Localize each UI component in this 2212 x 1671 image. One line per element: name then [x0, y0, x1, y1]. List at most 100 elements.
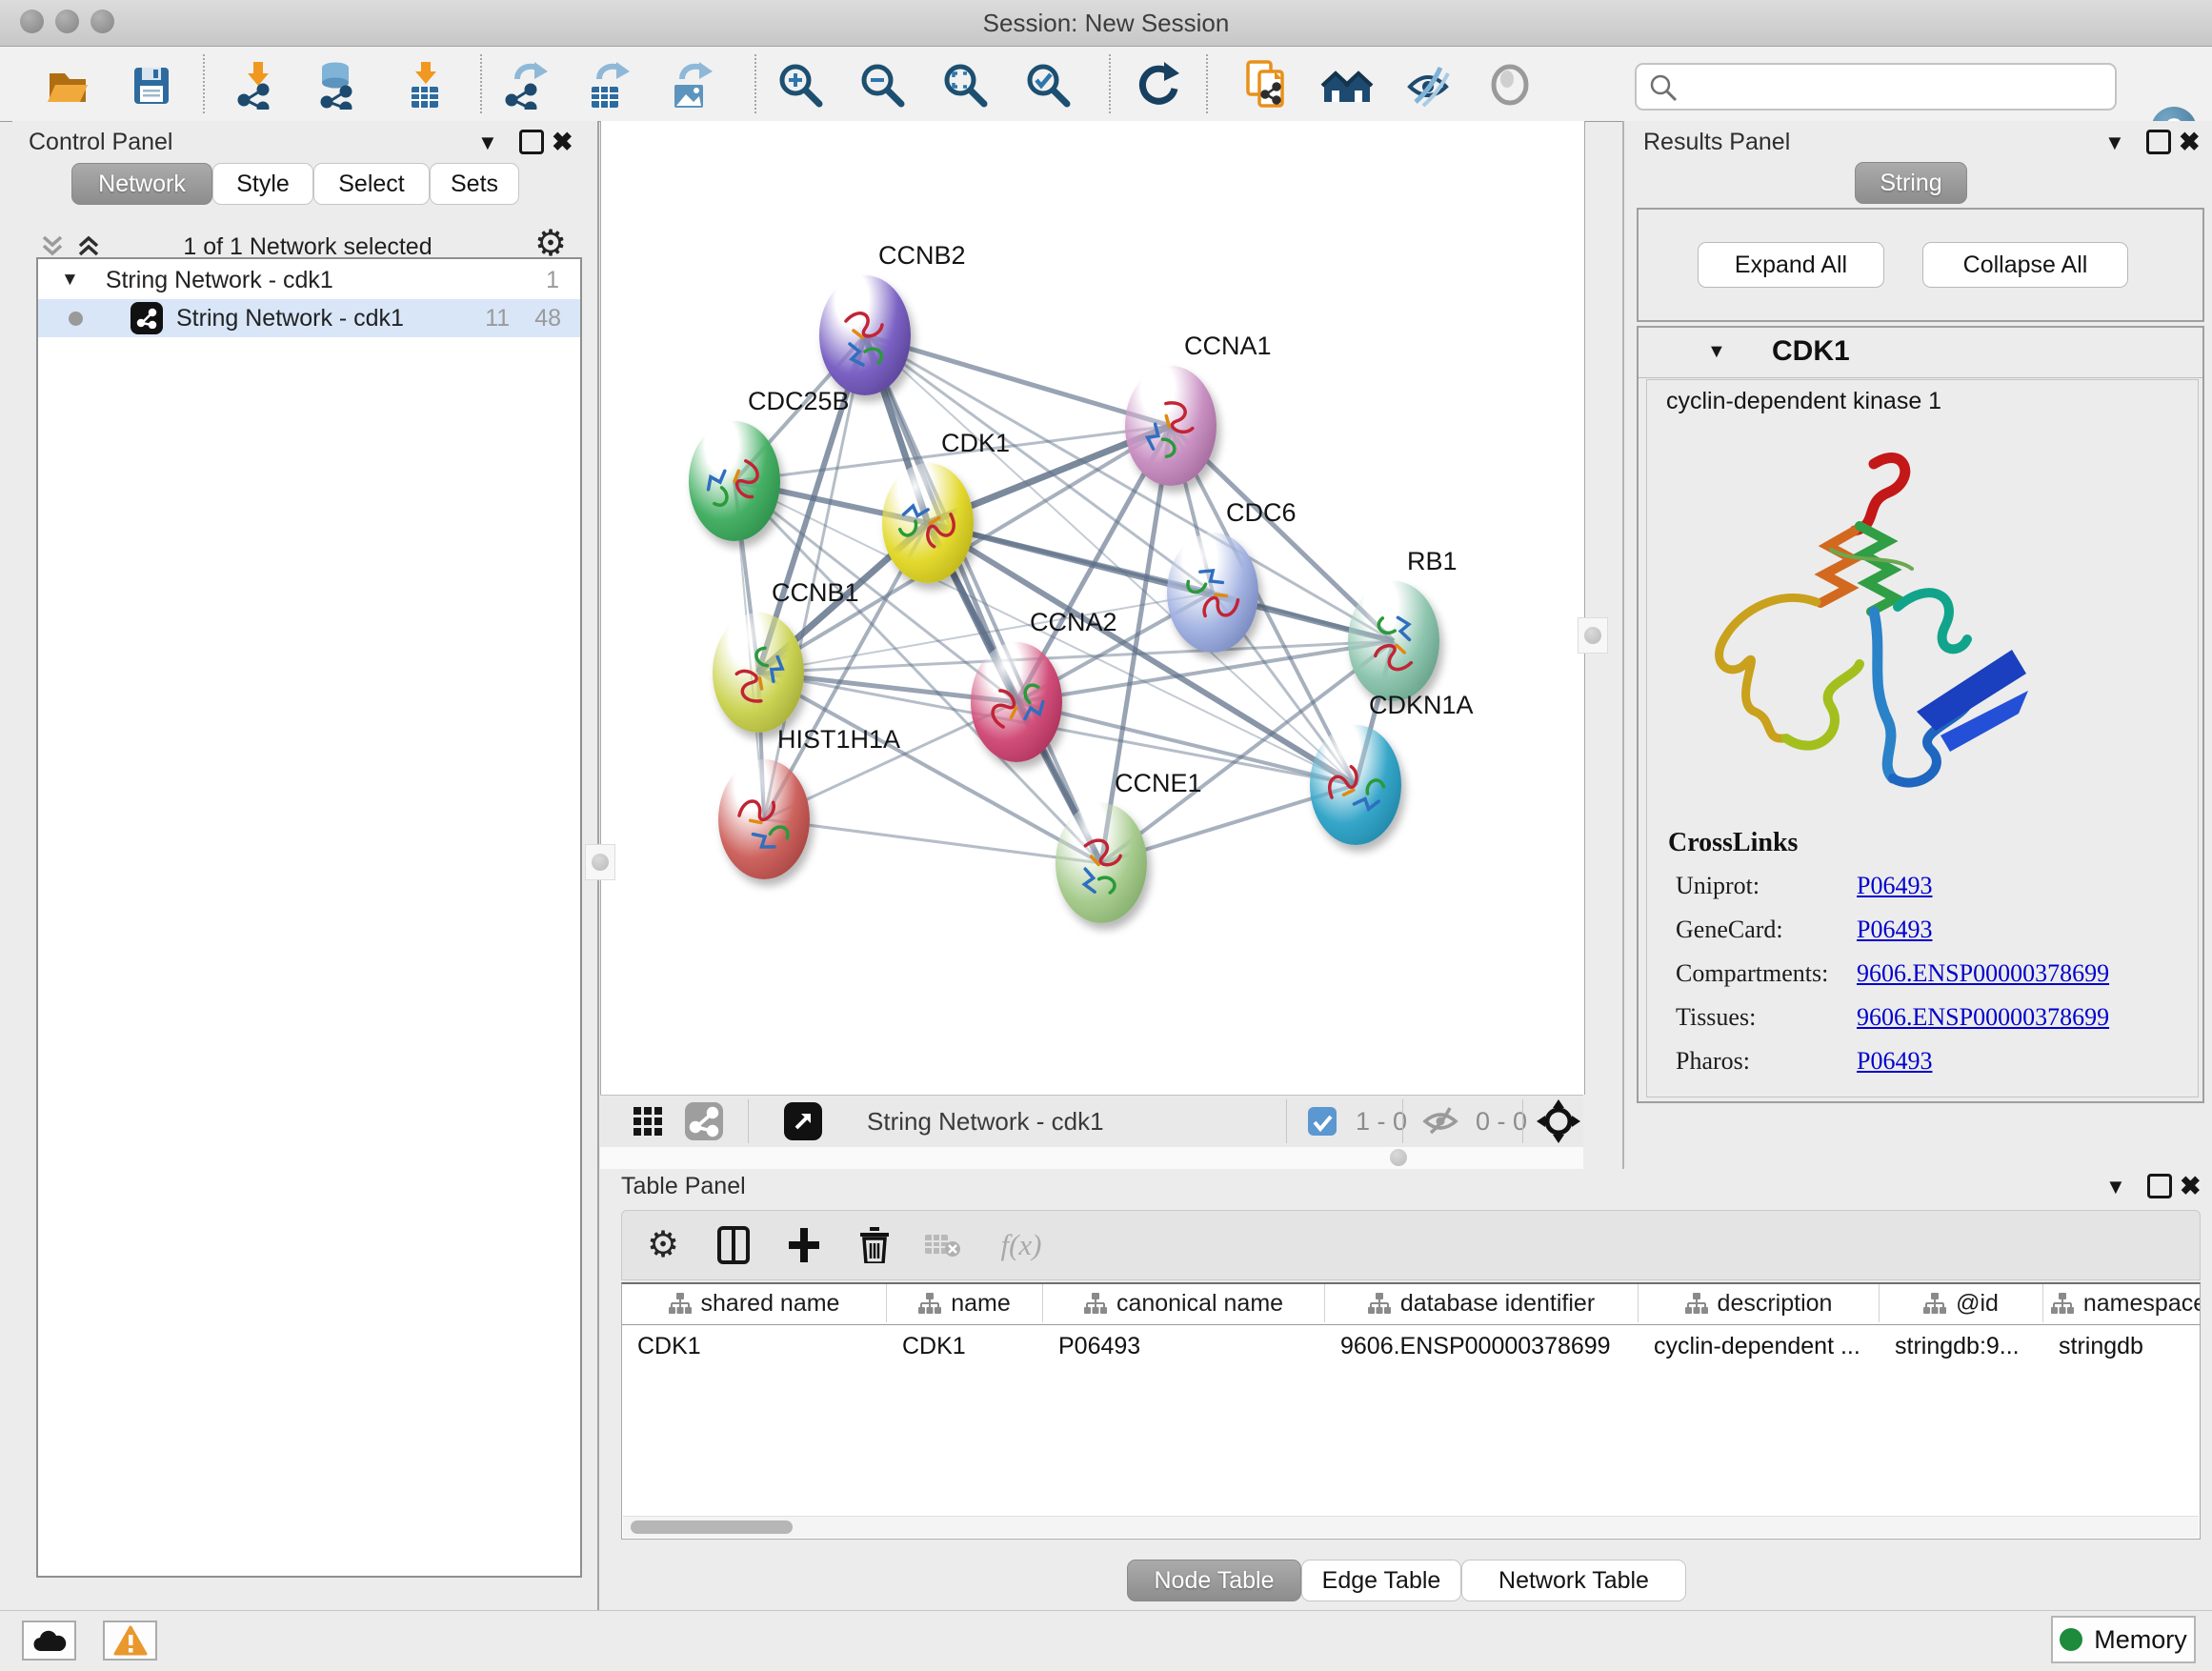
main-toolbar: ?	[0, 47, 2212, 122]
table-cell[interactable]: P06493	[1043, 1325, 1325, 1367]
column-header--id[interactable]: @id	[1880, 1284, 2043, 1322]
import-network-from-file-icon[interactable]	[229, 56, 286, 113]
tab-network[interactable]: Network	[71, 163, 212, 205]
zoom-fit-icon[interactable]	[936, 56, 994, 113]
horizontal-splitter[interactable]	[600, 1147, 1583, 1170]
warning-status-button[interactable]	[103, 1621, 157, 1661]
show-columns-icon[interactable]	[710, 1211, 757, 1279]
network-node-CDK1[interactable]	[882, 463, 974, 583]
network-node-HIST1H1A[interactable]	[718, 759, 810, 879]
import-network-from-database-icon[interactable]	[309, 56, 366, 113]
splitter-dot[interactable]	[1390, 1149, 1407, 1166]
column-header-canonical-name[interactable]: canonical name	[1043, 1284, 1325, 1322]
cytoscape-window: Session: New Session	[0, 0, 2212, 1671]
network-node-CCNB2[interactable]	[819, 275, 911, 395]
show-hidden-items-icon[interactable]	[1481, 56, 1538, 113]
crosslink-value-link[interactable]: P06493	[1857, 1047, 1932, 1076]
tab-select[interactable]: Select	[313, 163, 430, 205]
table-cell[interactable]: CDK1	[622, 1325, 887, 1367]
panel-close-icon[interactable]: ✖	[552, 130, 573, 155]
create-column-icon[interactable]	[780, 1211, 828, 1279]
tab-string[interactable]: String	[1855, 162, 1967, 204]
panel-close-icon[interactable]: ✖	[2179, 130, 2201, 155]
show-all-networks-icon[interactable]	[1318, 56, 1376, 113]
section-collapse-icon[interactable]: ▼	[1707, 342, 1726, 361]
cloud-status-button[interactable]	[22, 1621, 76, 1661]
tab-edge-table[interactable]: Edge Table	[1301, 1560, 1461, 1601]
open-view-icon[interactable]	[781, 1096, 825, 1147]
network-node-CCNA1[interactable]	[1125, 366, 1217, 486]
protein-thumbnail	[971, 642, 1062, 762]
splitter-handle[interactable]	[585, 844, 615, 880]
hide-selected-icon[interactable]	[1399, 56, 1457, 113]
network-node-RB1[interactable]	[1348, 581, 1439, 701]
table-cell[interactable]: CDK1	[887, 1325, 1043, 1367]
export-network-icon[interactable]	[496, 56, 553, 113]
panel-float-icon[interactable]	[2146, 130, 2171, 154]
cloud-icon	[31, 1628, 68, 1653]
memory-button[interactable]: Memory	[2051, 1616, 2196, 1663]
tab-style[interactable]: Style	[212, 163, 313, 205]
panel-menu-icon[interactable]: ▼	[477, 132, 498, 153]
crosslink-value-link[interactable]: 9606.ENSP00000378699	[1857, 1003, 2109, 1032]
scrollbar-thumb[interactable]	[631, 1520, 793, 1534]
function-builder-icon-disabled[interactable]: f(x)	[988, 1211, 1055, 1279]
zoom-out-icon[interactable]	[854, 56, 911, 113]
tab-sets[interactable]: Sets	[430, 163, 519, 205]
network-canvas[interactable]: CCNB2 CCNA1 CDC25B CDK1 CDC6	[600, 121, 1585, 1095]
expand-all-button[interactable]: Expand All	[1698, 242, 1884, 288]
delete-table-icon-disabled[interactable]	[919, 1211, 967, 1279]
column-header-database-identifier[interactable]: database identifier	[1325, 1284, 1639, 1322]
crosslink-value-link[interactable]: P06493	[1857, 916, 1932, 944]
string-view-icon[interactable]	[682, 1096, 726, 1147]
table-cell[interactable]: stringdb	[2043, 1325, 2201, 1367]
tree-expand-icon[interactable]: ▼	[61, 270, 79, 291]
panel-float-icon[interactable]	[519, 130, 544, 154]
save-session-icon[interactable]	[122, 56, 179, 113]
delete-column-icon[interactable]	[851, 1211, 898, 1279]
table-cell[interactable]: stringdb:9...	[1880, 1325, 2043, 1367]
column-header-shared-name[interactable]: shared name	[622, 1284, 887, 1322]
search-input[interactable]	[1690, 68, 2103, 104]
network-row-selected[interactable]: String Network - cdk1 11 48	[38, 299, 580, 337]
panel-float-icon[interactable]	[2147, 1174, 2172, 1198]
network-node-CCNE1[interactable]	[1056, 803, 1147, 923]
grid-view-icon[interactable]	[627, 1096, 669, 1147]
collapse-all-button[interactable]: Collapse All	[1922, 242, 2128, 288]
network-collection-row[interactable]: ▼ String Network - cdk1 1	[38, 261, 580, 299]
birdseye-navigator-icon[interactable]	[1534, 1096, 1583, 1147]
table-cell[interactable]: 9606.ENSP00000378699	[1325, 1325, 1639, 1367]
network-node-CDC6[interactable]	[1167, 533, 1258, 653]
table-cell[interactable]: cyclin-dependent ...	[1639, 1325, 1880, 1367]
panel-close-icon[interactable]: ✖	[2180, 1174, 2202, 1199]
column-header-namespace[interactable]: namespace	[2043, 1284, 2201, 1322]
network-node-CCNA2[interactable]	[971, 642, 1062, 762]
column-header-name[interactable]: name	[887, 1284, 1043, 1322]
splitter-handle[interactable]	[1578, 617, 1608, 654]
network-node-CDKN1A[interactable]	[1310, 725, 1401, 845]
zoom-in-icon[interactable]	[772, 56, 829, 113]
table-row[interactable]: CDK1CDK1P064939606.ENSP00000378699cyclin…	[622, 1324, 2201, 1367]
table-horizontal-scrollbar[interactable]	[623, 1516, 2199, 1538]
open-session-icon[interactable]	[38, 56, 95, 113]
hidden-eye-icon[interactable]	[1416, 1096, 1465, 1147]
tab-node-table[interactable]: Node Table	[1127, 1560, 1301, 1601]
gene-name: CDK1	[1772, 335, 1850, 368]
table-options-gear-icon[interactable]: ⚙	[639, 1211, 687, 1279]
panel-menu-icon[interactable]: ▼	[2105, 1177, 2126, 1198]
zoom-selected-icon[interactable]	[1019, 56, 1076, 113]
export-image-icon[interactable]	[661, 56, 718, 113]
selected-checkbox-icon[interactable]	[1305, 1096, 1339, 1147]
panel-menu-icon[interactable]: ▼	[2104, 132, 2125, 153]
crosslink-value-link[interactable]: P06493	[1857, 872, 1932, 900]
network-node-CDC25B[interactable]	[689, 421, 780, 541]
crosslink-value-link[interactable]: 9606.ENSP00000378699	[1857, 959, 2109, 988]
tab-network-table[interactable]: Network Table	[1461, 1560, 1686, 1601]
refresh-view-icon[interactable]	[1130, 56, 1187, 113]
network-node-CCNB1[interactable]	[713, 613, 804, 733]
import-table-from-file-icon[interactable]	[396, 56, 453, 113]
export-table-icon[interactable]	[578, 56, 635, 113]
network-view-title: String Network - cdk1	[867, 1096, 1172, 1147]
clone-network-view-icon[interactable]	[1238, 56, 1296, 113]
column-header-description[interactable]: description	[1639, 1284, 1880, 1322]
